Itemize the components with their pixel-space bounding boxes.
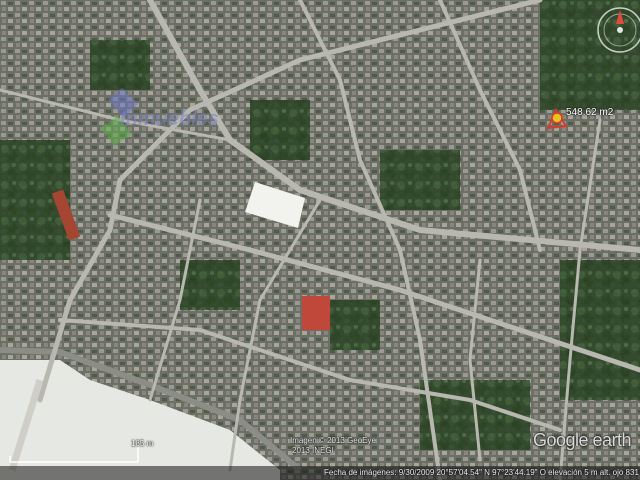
- scale-label: 185 m: [131, 439, 154, 448]
- google-earth-logo: Google earth: [533, 430, 632, 450]
- status-text: Fecha de imágenes: 9/30/2009 20°57'04.54…: [324, 468, 640, 477]
- satellite-map[interactable]: [0, 0, 640, 480]
- area-measurement-label: 548.62 m2: [566, 107, 614, 118]
- watermark-text: Inmuebles: [120, 108, 219, 130]
- red-roof-building: [302, 296, 330, 330]
- copyright-line-2: 2013 INEGI: [292, 446, 334, 455]
- copyright-line-1: Imagen © 2013 GeoEye: [290, 436, 376, 445]
